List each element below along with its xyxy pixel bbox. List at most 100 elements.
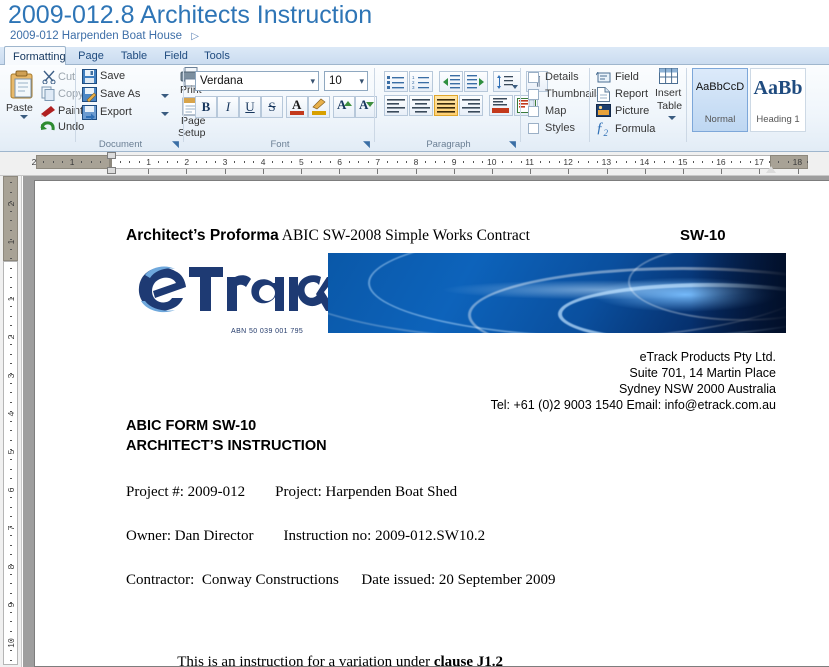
ruler-dot — [702, 161, 703, 163]
decrease-indent-button[interactable] — [439, 71, 463, 92]
formula-label[interactable]: Formula — [615, 123, 655, 135]
ruler-dot — [664, 161, 665, 163]
chevron-down-icon[interactable]: ▾ — [359, 72, 364, 90]
align-justify-button[interactable] — [434, 95, 458, 116]
strikethrough-button[interactable]: S — [261, 96, 283, 118]
map-checkbox[interactable] — [528, 106, 539, 117]
ruler-number: 7 — [375, 157, 381, 167]
line-spacing-button[interactable] — [493, 71, 521, 92]
ruler-tick — [224, 169, 226, 174]
left-indent-marker[interactable] — [107, 167, 116, 174]
save-label[interactable]: Save — [100, 70, 125, 82]
increase-indent-button[interactable] — [464, 71, 488, 92]
ribbon-group-font: Verdana ▾ 10 ▾ B I U S A A A Font ◥ — [185, 65, 377, 151]
ruler-tick — [339, 169, 341, 174]
tab-field[interactable]: Field — [156, 47, 196, 65]
ruler-dot — [167, 161, 168, 163]
first-line-indent-marker[interactable] — [107, 152, 116, 159]
tab-table[interactable]: Table — [112, 47, 156, 65]
ruler-number: 8 — [413, 157, 419, 167]
font-name-combo[interactable]: Verdana ▾ — [195, 71, 319, 91]
style-normal[interactable]: AaBbCcD Normal — [692, 68, 748, 132]
tab-tools[interactable]: Tools — [196, 47, 238, 65]
ruler-number: 4 — [260, 157, 266, 167]
font-color-button[interactable]: A — [286, 96, 308, 118]
view-option-styles[interactable]: Styles — [528, 122, 575, 134]
vruler-dot — [10, 583, 12, 584]
ruler-dot — [482, 161, 483, 163]
ruler-dot — [158, 161, 159, 163]
highlight-button[interactable] — [308, 96, 330, 118]
vruler-number: 6 — [6, 487, 16, 493]
document-page[interactable]: Architect’s Proforma ABIC SW-2008 Simple… — [34, 180, 829, 667]
tab-formatting[interactable]: Formatting — [4, 46, 66, 66]
field-label[interactable]: Field — [615, 71, 639, 83]
document-canvas[interactable]: Architect’s Proforma ABIC SW-2008 Simple… — [23, 176, 829, 667]
ruler-tick — [606, 169, 608, 174]
vruler-number: 1 — [6, 239, 16, 245]
styles-checkbox[interactable] — [528, 123, 539, 134]
save-as-label[interactable]: Save As — [100, 88, 140, 100]
grow-font-button[interactable]: A — [333, 96, 355, 118]
export-dropdown-icon[interactable] — [161, 112, 169, 116]
horizontal-ruler[interactable]: 1 2 1 2 3 4 5 6 7 8 9 10 11 12 13 14 15 16 17 18 — [0, 152, 829, 176]
vruler-number: 10 — [6, 638, 16, 648]
ruler-number: 14 — [639, 157, 650, 167]
ruler-dot — [750, 161, 751, 163]
breadcrumb[interactable]: 2009-012 Harpenden Boat House ▷ — [10, 30, 199, 42]
doc-instruction-line: This is an instruction for a variation u… — [155, 637, 503, 667]
document-dialog-launcher-icon[interactable]: ◥ — [172, 140, 181, 149]
ruler-dot — [397, 161, 398, 163]
breadcrumb-expand-icon[interactable]: ▷ — [191, 31, 199, 42]
ribbon-group-insert: Field Report Picture ƒ2 Formula Insert T… — [591, 65, 687, 151]
picture-label[interactable]: Picture — [615, 105, 649, 117]
vruler-dot — [10, 363, 12, 364]
align-center-button[interactable] — [409, 95, 433, 116]
ruler-dot — [788, 161, 789, 163]
cut-label[interactable]: Cut — [58, 71, 75, 83]
paste-dropdown-icon[interactable] — [20, 115, 28, 119]
vruler-dot — [10, 507, 12, 508]
ruler-tick — [492, 169, 493, 174]
report-label[interactable]: Report — [615, 88, 648, 100]
shading-button[interactable] — [489, 95, 513, 116]
paragraph-group-label: Paragraph — [426, 139, 471, 150]
vruler-dot — [10, 192, 12, 193]
vruler-dot — [10, 402, 12, 403]
vruler-number: 3 — [6, 373, 16, 378]
style-heading1[interactable]: AaBb Heading 1 — [750, 68, 806, 132]
tab-page[interactable]: Page — [70, 47, 112, 65]
font-size-combo[interactable]: 10 ▾ — [324, 71, 368, 91]
details-checkbox[interactable] — [528, 72, 539, 83]
align-left-button[interactable] — [384, 95, 408, 116]
chevron-down-icon[interactable]: ▾ — [310, 72, 315, 90]
vruler-dot — [10, 182, 12, 183]
numbered-list-button[interactable]: 1 2 3 — [409, 71, 433, 92]
vruler-dot — [10, 430, 12, 431]
view-option-details[interactable]: Details — [528, 71, 579, 83]
bold-button[interactable]: B — [195, 96, 217, 118]
export-label[interactable]: Export — [100, 106, 132, 118]
align-right-button[interactable] — [459, 95, 483, 116]
bullet-list-button[interactable] — [384, 71, 408, 92]
address-line-2: Suite 701, 14 Martin Place — [629, 366, 776, 380]
insert-table-dropdown-icon[interactable] — [668, 116, 676, 120]
vruler-number: 9 — [6, 602, 16, 608]
underline-button[interactable]: U — [239, 96, 261, 118]
paste-button[interactable]: Paste — [4, 69, 42, 127]
vruler-dot — [10, 201, 12, 202]
save-as-dropdown-icon[interactable] — [161, 94, 169, 98]
view-option-map[interactable]: Map — [528, 105, 566, 117]
ruler-dot — [368, 161, 369, 163]
ruler-tick — [148, 169, 150, 174]
save-as-icon — [82, 87, 97, 102]
italic-button[interactable]: I — [217, 96, 239, 118]
font-dialog-launcher-icon[interactable]: ◥ — [363, 140, 372, 149]
vertical-ruler[interactable]: 2 1 1 2 3 4 5 6 7 8 9 10 — [0, 176, 22, 667]
paragraph-dialog-launcher-icon[interactable]: ◥ — [509, 140, 518, 149]
thumbnails-checkbox[interactable] — [528, 89, 539, 100]
line-spacing-dropdown-icon[interactable] — [512, 85, 518, 89]
right-indent-marker[interactable] — [766, 166, 776, 173]
vruler-dot — [10, 469, 12, 470]
svg-text:3: 3 — [412, 85, 415, 89]
